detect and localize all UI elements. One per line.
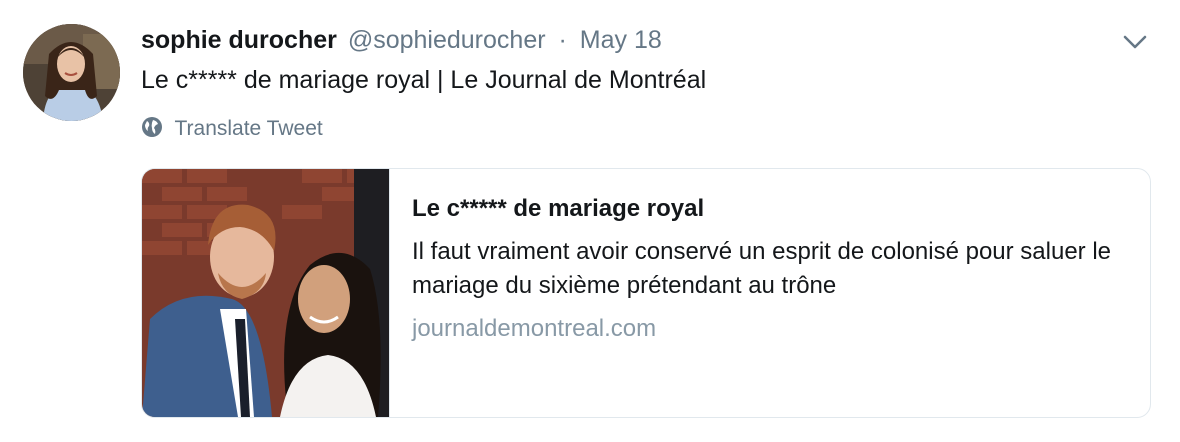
card-thumbnail [142, 169, 390, 417]
link-preview-card[interactable]: Le c***** de mariage royal Il faut vraim… [141, 168, 1151, 418]
header-separator: · [558, 26, 567, 54]
avatar[interactable] [23, 24, 120, 121]
translate-label: Translate Tweet [174, 117, 323, 140]
tweet-date[interactable]: May 18 [580, 26, 662, 54]
avatar-photo [23, 24, 120, 121]
card-domain: journaldemontreal.com [412, 315, 657, 342]
chevron-down-icon[interactable] [1120, 30, 1150, 54]
user-handle[interactable]: @sophiedurocher [348, 26, 546, 54]
display-name[interactable]: sophie durocher [141, 26, 337, 54]
card-description: Il faut vraiment avoir conservé un espri… [412, 238, 1112, 299]
translate-tweet-link[interactable]: Translate Tweet [141, 115, 323, 143]
tweet-text: Le c***** de mariage royal | Le Journal … [141, 66, 707, 94]
tweet: sophie durocher @sophiedurocher · May 18… [0, 0, 1180, 442]
card-title: Le c***** de mariage royal [412, 195, 705, 222]
globe-icon [142, 117, 162, 137]
tweet-header: sophie durocher @sophiedurocher · May 18 [141, 23, 662, 57]
card-body: Le c***** de mariage royal Il faut vraim… [412, 193, 1137, 345]
